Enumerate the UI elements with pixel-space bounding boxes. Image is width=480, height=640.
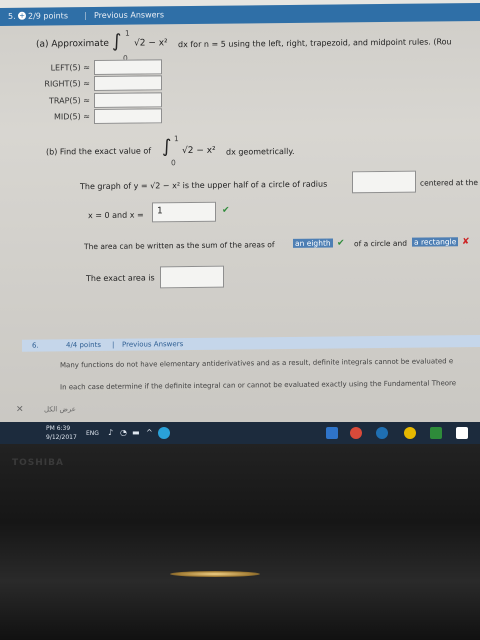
screen: 5. + 2/9 points | Previous Answers (a) A…: [0, 0, 480, 443]
area-sum-text: The area can be written as the sum of th…: [84, 240, 275, 252]
part-b-suffix: dx geometrically.: [226, 146, 295, 157]
trap-input[interactable]: [94, 92, 162, 109]
exact-area-input[interactable]: [160, 265, 224, 289]
right-label: RIGHT(5) ≈: [44, 79, 90, 89]
folder-icon[interactable]: [404, 427, 416, 439]
notification-icon[interactable]: [158, 427, 170, 439]
laptop-bezel: [0, 444, 480, 640]
question-5-header: 5. + 2/9 points | Previous Answers: [0, 2, 480, 26]
x-upper-input[interactable]: 1: [152, 201, 216, 223]
cross-icon: ✘: [462, 237, 470, 248]
separator: |: [84, 11, 87, 21]
mid-text: of a circle and: [354, 238, 408, 249]
integral-sign-icon-b: ∫: [162, 136, 172, 158]
q6-line2: In each case determine if the definite i…: [60, 379, 457, 392]
q6-previous-link[interactable]: Previous Answers: [122, 340, 183, 349]
answer-select-rectangle[interactable]: a rectangle: [412, 237, 459, 247]
chevron-up-icon[interactable]: ^: [146, 428, 153, 437]
upper-limit: 1: [125, 28, 130, 38]
x-range-text: x = 0 and x =: [88, 210, 144, 221]
exact-area-text: The exact area is: [86, 273, 155, 284]
chrome-icon[interactable]: [350, 427, 362, 439]
taskbar: PM 6:39 9/12/2017 ENG ♪ ◔ ▬ ^: [0, 422, 480, 444]
radius-input[interactable]: [352, 170, 416, 194]
q6-points: 4/4 points: [66, 340, 101, 350]
expand-icon[interactable]: +: [18, 11, 26, 20]
points-label: 2/9 points: [28, 11, 68, 21]
part-a-suffix: dx for n = 5 using the left, right, trap…: [178, 37, 452, 50]
mid-input[interactable]: [94, 108, 162, 125]
centered-text: centered at the: [420, 177, 478, 188]
clock-date: 9/12/2017: [46, 434, 77, 441]
clock-time: PM 6:39: [46, 425, 71, 432]
integral-sign-icon: ∫: [112, 30, 122, 52]
lower-limit-b: 0: [171, 158, 176, 168]
q6-separator: |: [112, 340, 115, 349]
left-label: LEFT(5) ≈: [50, 63, 90, 73]
battery-icon[interactable]: ▬: [132, 428, 140, 437]
graph-description: The graph of y = √2 − x² is the upper ha…: [80, 179, 328, 192]
integrand-b: √2 − x²: [182, 145, 216, 157]
media-icon[interactable]: [376, 427, 388, 439]
light-reflection: [170, 571, 260, 577]
q6-number: 6.: [32, 341, 39, 350]
left-input[interactable]: [94, 59, 162, 76]
previous-answers-link[interactable]: Previous Answers: [94, 10, 164, 20]
upper-limit-b: 1: [174, 134, 179, 144]
language-indicator[interactable]: ENG: [86, 430, 99, 437]
volume-icon[interactable]: ♪: [108, 428, 113, 437]
q6-line1: Many functions do not have elementary an…: [60, 357, 454, 370]
check-icon: ✔: [222, 205, 230, 216]
part-b-prefix: (b) Find the exact value of: [46, 146, 152, 157]
windows-start-icon[interactable]: [456, 427, 468, 439]
right-input[interactable]: [94, 75, 162, 92]
network-icon[interactable]: ◔: [120, 428, 127, 437]
answer-select-eighth[interactable]: an eighth: [293, 238, 333, 248]
x-upper-value: 1: [157, 206, 163, 217]
excel-icon[interactable]: [430, 427, 442, 439]
check-icon-2: ✔: [337, 238, 345, 249]
brand-logo: TOSHIBA: [12, 458, 64, 468]
trap-label: TRAP(5) ≈: [49, 96, 90, 106]
show-all-label[interactable]: عرض الكل: [44, 405, 76, 413]
question-number: 5.: [8, 11, 16, 21]
taskbar-app-icon[interactable]: [326, 427, 338, 439]
mid-label: MID(5) ≈: [54, 112, 90, 122]
question-6-header: 6. 4/4 points | Previous Answers: [22, 334, 480, 352]
close-icon[interactable]: ✕: [16, 405, 24, 415]
part-a-prefix: (a) Approximate: [36, 38, 109, 50]
integrand: √2 − x²: [134, 38, 168, 49]
